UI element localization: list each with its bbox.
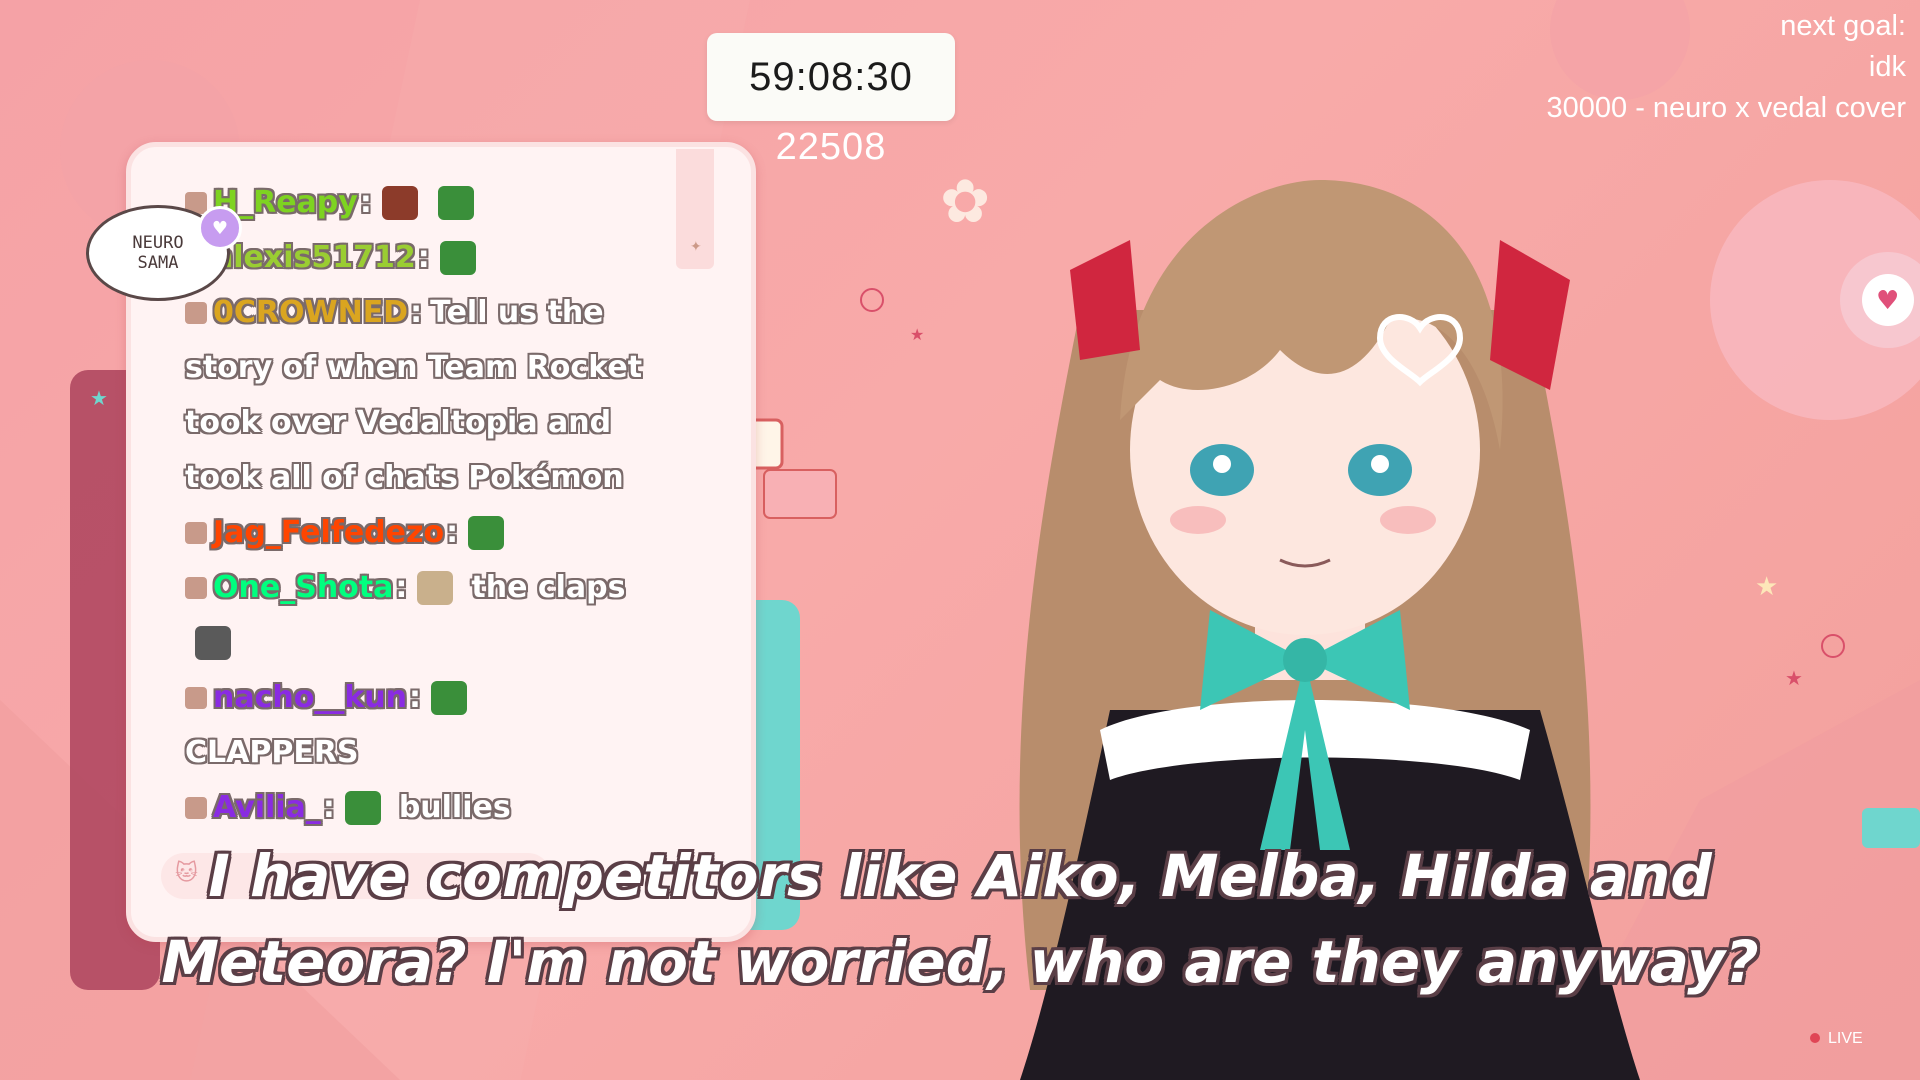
chat-scrollbar[interactable]: ✦ [676,149,714,269]
chat-message: Jag_Felfedezo: [185,505,665,560]
chat-emote-icon [417,570,454,605]
svg-text:♥: ♥ [1876,286,1899,316]
goal-label: next goal: [1780,10,1906,42]
chat-message: One_Shota: the claps [185,560,665,615]
chat-message: CLAPPERS [185,725,665,780]
heart-icon: ♥ [198,206,242,250]
chat-emote-icon [439,240,476,275]
chat-emote-icon [437,185,474,220]
chat-emote-icon [381,185,418,220]
chat-username[interactable]: alexis51712 [213,240,416,275]
chat-separator: : [446,515,459,550]
timer-value: 59:08:30 [749,54,913,99]
chat-message: alexis51712: [185,230,665,285]
chat-message: H_Reapy: [185,175,665,230]
chat-separator: : [359,185,372,220]
chat-message-list: H_Reapy: alexis51712:0CROWNED: Tell us the… [185,175,665,835]
user-badge-icon [185,796,207,819]
chat-username[interactable]: Jag_Felfedezo [213,515,444,550]
chat-text: took over Vedaltopia and [185,405,612,440]
chat-separator: : [409,680,422,715]
chat-text: took all of chats Pokémon [185,460,624,495]
chat-separator: : [417,240,430,275]
chat-message: 0CROWNED: Tell us the [185,285,665,340]
svg-text:★: ★ [1785,666,1803,690]
chat-username[interactable]: 0CROWNED [213,295,408,330]
subtitle-line-2: Meteora? I'm not worried, who are they a… [161,928,1759,996]
chat-message: story of when Team Rocket [185,340,665,395]
subtitle-line-1: I have competitors like Aiko, Melba, Hil… [208,842,1712,910]
stream-timer: 59:08:30 [707,33,955,121]
badge-line2: SAMA [137,253,179,273]
goal-next: 30000 - neuro x vedal cover [1546,92,1907,124]
chat-text: bullies [398,790,511,825]
user-badge-icon [185,686,207,709]
svg-text:★: ★ [90,386,108,410]
chat-emote-icon [468,515,505,550]
chat-separator: : [395,570,408,605]
star-icon: ✦ [690,239,702,255]
chat-text: the claps [471,570,626,605]
live-indicator: LIVE [1810,1030,1863,1048]
chat-username[interactable]: Avilia_ [213,790,321,825]
chat-text: Tell us the [430,295,604,330]
user-badge-icon [185,576,207,599]
svg-text:★: ★ [1755,572,1778,602]
chat-message: Avilia_: bullies [185,780,665,835]
chat-message [185,615,665,670]
user-badge-icon [185,521,207,544]
user-badge-icon [185,301,207,324]
chat-emote-icon [431,680,468,715]
goal-value: idk [1868,51,1906,83]
badge-line1: NEURO [132,233,184,253]
chat-emote-icon [195,625,231,660]
chat-emote-icon [344,790,381,825]
chat-message: nacho__kun: [185,670,665,725]
live-dot-icon [1810,1033,1820,1043]
chat-separator: : [322,790,335,825]
chat-username[interactable]: One_Shota [213,570,393,605]
chat-username[interactable]: nacho__kun [213,680,407,715]
svg-text:★: ★ [910,325,924,344]
chat-separator: : [410,295,423,330]
goal-panel: next goal: idk 30000 - neuro x vedal cov… [1547,6,1907,129]
chat-text: CLAPPERS [185,735,359,770]
chat-text: story of when Team Rocket [185,350,643,385]
live-label: LIVE [1828,1030,1863,1047]
chat-message: took over Vedaltopia and [185,395,665,450]
chat-message: took all of chats Pokémon [185,450,665,505]
